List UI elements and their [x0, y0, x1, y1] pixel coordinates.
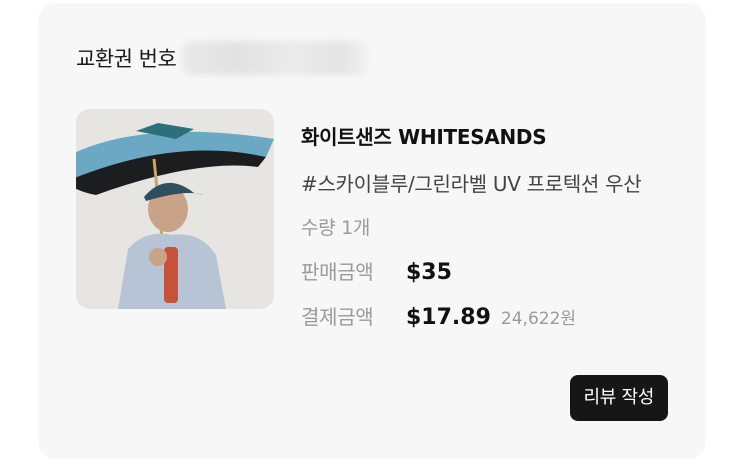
paid-price-label: 결제금액 [301, 305, 374, 329]
voucher-label: 교환권 번호 [76, 47, 177, 71]
product-title[interactable]: #스카이블루/그린라벨 UV 프로텍션 우산 [301, 168, 671, 197]
umbrella-photo-icon [76, 109, 274, 309]
voucher-number-row: 교환권 번호 [76, 41, 368, 75]
product-info: 화이트샌즈 WHITESANDS #스카이블루/그린라벨 UV 프로텍션 우산 … [301, 121, 671, 330]
brand-name[interactable]: 화이트샌즈 WHITESANDS [301, 121, 671, 150]
paid-price-value: $17.89 [406, 305, 491, 330]
sale-price-label: 판매금액 [301, 260, 374, 284]
sale-price-value: $35 [406, 260, 452, 285]
voucher-number-blurred [182, 41, 368, 75]
paid-price-row: 결제금액 $17.89 24,622원 [301, 301, 671, 330]
paid-price-krw: 24,622원 [500, 309, 577, 329]
sale-price-row: 판매금액 $35 [301, 256, 671, 285]
write-review-button[interactable]: 리뷰 작성 [569, 375, 668, 421]
product-image[interactable] [76, 109, 274, 309]
order-card: 교환권 번호 화이트샌즈 WHITESANDS #스카이블루/그린라벨 UV 프… [38, 3, 706, 459]
quantity: 수량 1개 [301, 217, 371, 239]
